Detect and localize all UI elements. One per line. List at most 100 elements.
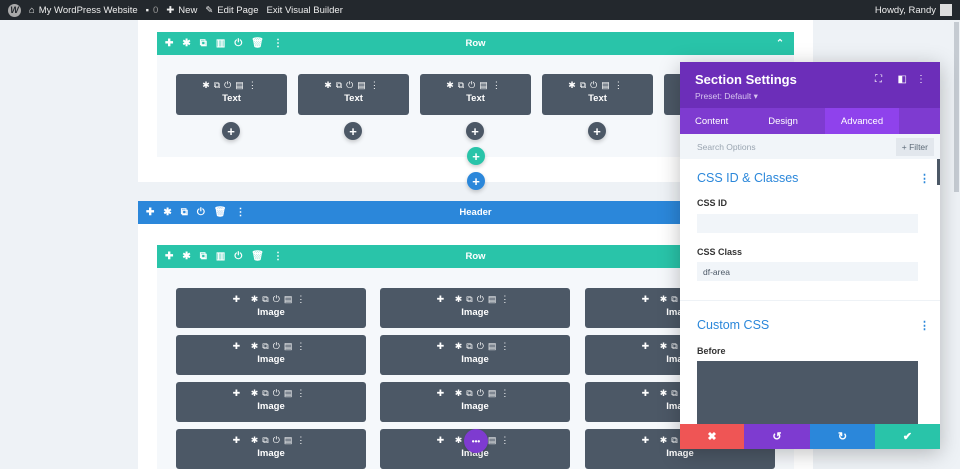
move-icon[interactable]: ✚ (642, 341, 660, 351)
more-icon[interactable]: ⋮ (500, 294, 513, 304)
trash-icon[interactable]: ▤ (488, 341, 501, 351)
power-icon[interactable]: ⏻ (468, 80, 479, 90)
image-module[interactable]: ✚ ✱⧉⏻▤⋮ Image (176, 335, 366, 375)
image-module[interactable]: ✚ ✱⧉⏻▤⋮ Image (176, 288, 366, 328)
trash-icon[interactable]: ▤ (488, 435, 501, 445)
page-scrollbar[interactable] (954, 22, 959, 192)
more-icon[interactable]: ⋮ (500, 435, 513, 445)
move-icon[interactable]: ✚ (642, 435, 660, 445)
site-link[interactable]: ⌂ My WordPress Website (29, 5, 138, 16)
gear-icon[interactable]: ✱ (251, 388, 263, 398)
gear-icon[interactable]: ✱ (251, 294, 263, 304)
trash-icon[interactable]: 🗑 (251, 251, 264, 262)
wordpress-logo-icon[interactable]: W (8, 3, 21, 17)
group-menu-icon[interactable]: ⋮ (919, 172, 930, 185)
fullscreen-icon[interactable]: ⛶ (875, 74, 882, 85)
add-row-button[interactable]: + (467, 147, 485, 165)
redo-button[interactable]: ↻ (810, 424, 875, 449)
image-module[interactable]: ✚ ✱⧉⏻▤⋮ Image (176, 382, 366, 422)
text-module[interactable]: ✱⧉⏻▤⋮ Text (298, 74, 409, 115)
columns-icon[interactable]: ▥ (216, 38, 225, 49)
add-module-button[interactable]: + (344, 122, 362, 140)
preset-dropdown[interactable]: Preset: Default ▾ (695, 91, 925, 102)
power-icon[interactable]: ⏻ (197, 207, 205, 218)
tab-design[interactable]: Design (753, 108, 813, 134)
add-module-button[interactable]: + (588, 122, 606, 140)
gear-icon[interactable]: ✱ (660, 435, 672, 445)
power-icon[interactable]: ⏻ (477, 341, 488, 351)
text-module[interactable]: ✱⧉⏻▤⋮ Text (420, 74, 531, 115)
duplicate-icon[interactable]: ⧉ (466, 341, 476, 351)
duplicate-icon[interactable]: ⧉ (466, 388, 476, 398)
add-module-button[interactable]: + (466, 122, 484, 140)
power-icon[interactable]: ⏻ (273, 435, 284, 445)
css-class-input[interactable] (697, 262, 918, 281)
add-section-button[interactable]: + (467, 172, 485, 190)
power-icon[interactable]: ⏻ (273, 294, 284, 304)
tab-advanced[interactable]: Advanced (824, 108, 900, 134)
gear-icon[interactable]: ✱ (660, 388, 672, 398)
trash-icon[interactable]: ▤ (488, 388, 501, 398)
trash-icon[interactable]: ▤ (601, 80, 614, 90)
more-icon[interactable]: ⋮ (500, 341, 513, 351)
filter-button[interactable]: + Filter (895, 138, 934, 156)
move-icon[interactable]: ✚ (233, 388, 251, 398)
gear-icon[interactable]: ✱ (568, 80, 580, 90)
duplicate-icon[interactable]: ⧉ (466, 294, 476, 304)
more-icon[interactable]: ⋮ (500, 388, 513, 398)
move-icon[interactable]: ✚ (437, 435, 455, 445)
gear-icon[interactable]: ✱ (251, 341, 263, 351)
gear-icon[interactable]: ✱ (660, 294, 672, 304)
more-icon[interactable]: ⋮ (614, 80, 627, 90)
new-link[interactable]: ✚ New (166, 5, 197, 16)
power-icon[interactable]: ⏻ (590, 80, 601, 90)
text-module[interactable]: ✱⧉⏻▤⋮ Text (542, 74, 653, 115)
more-icon[interactable]: ⋮ (492, 80, 505, 90)
trash-icon[interactable]: ▤ (488, 294, 501, 304)
more-icon[interactable]: ⋮ (916, 74, 926, 85)
duplicate-icon[interactable]: ⧉ (262, 294, 272, 304)
move-icon[interactable]: ✚ (437, 341, 455, 351)
more-icon[interactable]: ⋮ (296, 294, 309, 304)
image-module[interactable]: ✚ ✱⧉⏻▤⋮ Image (380, 382, 570, 422)
power-icon[interactable]: ⏻ (346, 80, 357, 90)
more-icon[interactable]: ⋮ (273, 38, 283, 49)
gear-icon[interactable]: ✱ (446, 80, 458, 90)
exit-visual-builder-link[interactable]: Exit Visual Builder (266, 5, 342, 16)
gear-icon[interactable]: ✱ (660, 341, 672, 351)
columns-icon[interactable]: ▥ (216, 251, 225, 262)
text-module[interactable]: ✱⧉⏻▤⋮ Text (176, 74, 287, 115)
panel-scrollbar[interactable] (937, 159, 940, 185)
group-menu-icon[interactable]: ⋮ (919, 319, 930, 332)
trash-icon[interactable]: ▤ (284, 341, 297, 351)
more-icon[interactable]: ⋮ (296, 341, 309, 351)
power-icon[interactable]: ⏻ (234, 251, 242, 262)
trash-icon[interactable]: ▤ (479, 80, 492, 90)
duplicate-icon[interactable]: ⧉ (336, 80, 346, 90)
duplicate-icon[interactable]: ⧉ (200, 251, 207, 262)
sidebar-toggle-icon[interactable]: ◧ (898, 74, 907, 85)
duplicate-icon[interactable]: ⧉ (200, 38, 207, 49)
more-icon[interactable]: ⋮ (273, 251, 283, 262)
gear-icon[interactable]: ✱ (202, 80, 214, 90)
edit-page-link[interactable]: ✎ Edit Page (205, 5, 258, 16)
row-bar[interactable]: ✚ ✱ ⧉ ▥ ⏻ 🗑 ⋮ Row ⌃ (157, 32, 794, 55)
gear-icon[interactable]: ✱ (455, 341, 467, 351)
power-icon[interactable]: ⏻ (234, 38, 242, 49)
move-icon[interactable]: ✚ (233, 435, 251, 445)
discard-button[interactable]: ✖ (680, 424, 744, 449)
comments-link[interactable]: ▪ 0 (146, 5, 159, 16)
move-icon[interactable]: ✚ (437, 388, 455, 398)
duplicate-icon[interactable]: ⧉ (580, 80, 590, 90)
duplicate-icon[interactable]: ⧉ (262, 435, 272, 445)
trash-icon[interactable]: 🗑 (251, 38, 264, 49)
tab-content[interactable]: Content (680, 108, 743, 134)
gear-icon[interactable]: ✱ (182, 251, 190, 262)
gear-icon[interactable]: ✱ (163, 207, 171, 218)
save-button[interactable]: ✔ (875, 424, 940, 449)
search-options-input[interactable]: Search Options + Filter (680, 134, 940, 159)
move-icon[interactable]: ✚ (233, 341, 251, 351)
page-settings-button[interactable]: ••• (464, 429, 488, 453)
more-icon[interactable]: ⋮ (236, 207, 246, 218)
image-module[interactable]: ✚ ✱⧉⏻▤⋮ Image (380, 288, 570, 328)
